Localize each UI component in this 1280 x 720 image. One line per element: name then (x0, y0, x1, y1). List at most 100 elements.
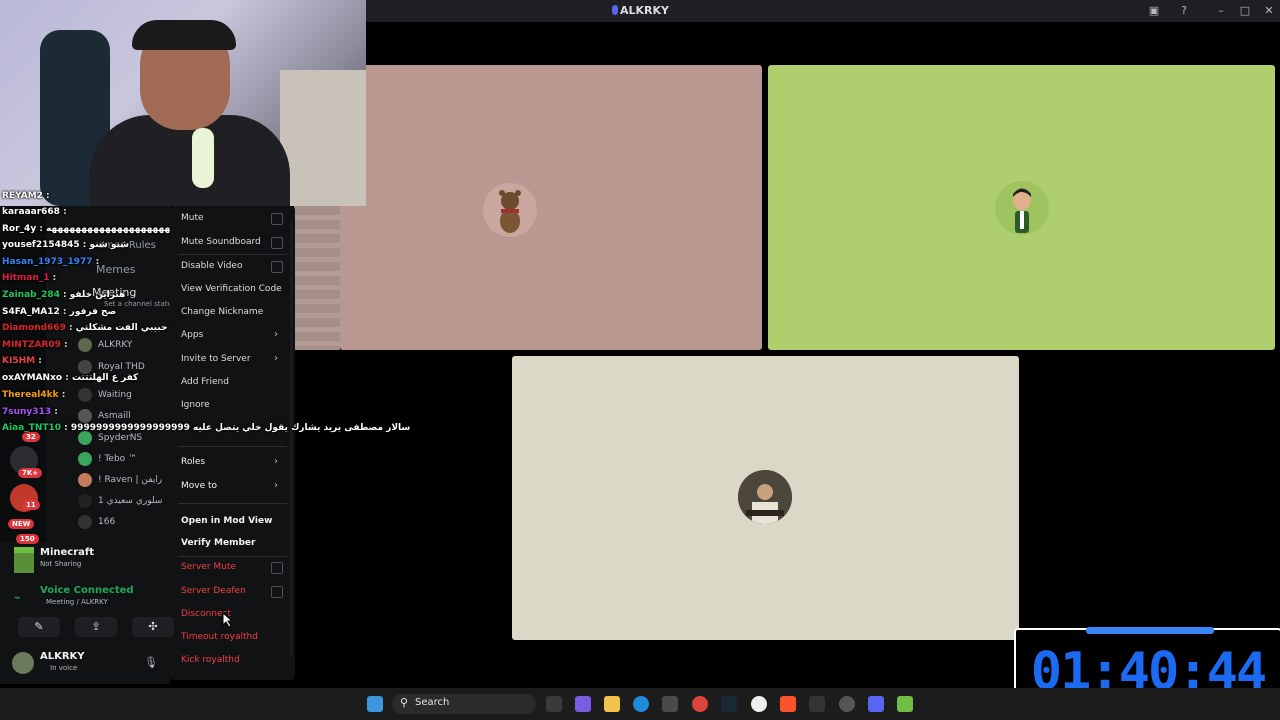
chevron-right-icon: › (274, 480, 278, 491)
checkbox[interactable] (271, 237, 283, 249)
inbox-icon[interactable]: ▣ (1146, 3, 1162, 19)
divider (178, 254, 287, 255)
window-title: ALKRKY (620, 4, 670, 17)
menu-item-apps[interactable]: Apps (181, 330, 203, 340)
notification-badge: 7K+ (18, 468, 43, 478)
voice-member[interactable]: Royal THD (78, 360, 145, 374)
help-icon[interactable]: ? (1176, 3, 1192, 19)
menu-item-roles[interactable]: Roles (181, 457, 205, 467)
microphone-icon[interactable]: 🎙 (144, 656, 158, 669)
chat-line: yousef2154845 : شنو شنو (2, 240, 130, 250)
menu-scrollbar[interactable] (290, 220, 293, 658)
menu-item-view-verification-code[interactable]: View Verification Code (181, 284, 282, 294)
video-tile-person[interactable] (512, 356, 1019, 640)
avatar (78, 452, 92, 466)
minecraft-icon (14, 547, 34, 573)
voice-member[interactable]: SpyderNS (78, 431, 142, 445)
menu-item-kick[interactable]: Kick royalthd (181, 655, 240, 665)
chat-line: Thereal4kk : (2, 390, 66, 400)
taskbar-search[interactable]: ⚲ Search (392, 694, 536, 714)
username: ALKRKY (40, 651, 85, 662)
chat-line: 7suny313 : (2, 407, 58, 417)
webcam-overlay (0, 0, 366, 206)
minimize-button[interactable]: – (1213, 3, 1229, 19)
checkbox[interactable] (271, 213, 283, 225)
checkbox[interactable] (271, 586, 283, 598)
voice-member[interactable]: Waiting (78, 388, 132, 402)
chevron-right-icon: › (274, 353, 278, 364)
obs-icon[interactable] (751, 696, 767, 712)
app-icon[interactable] (839, 696, 855, 712)
avatar (483, 183, 537, 237)
menu-item-mute[interactable]: Mute (181, 213, 204, 223)
divider (178, 556, 287, 557)
voice-member[interactable]: ALKRKY (78, 338, 132, 352)
discord-taskbar-icon[interactable] (868, 696, 884, 712)
minecraft-taskbar-icon[interactable] (897, 696, 913, 712)
video-tile-man[interactable] (768, 65, 1275, 350)
voice-member[interactable]: 166 (78, 515, 115, 529)
chat-line: Aiaa_TNT10 : 9999999999999999999 سالار م… (2, 423, 411, 433)
menu-item-disable-video[interactable]: Disable Video (181, 261, 242, 271)
chat-line: Diamond669 : يا حبيبي الفت مشكلتي (2, 323, 178, 333)
checkbox[interactable] (271, 562, 283, 574)
edge-icon[interactable] (633, 696, 649, 712)
avatar (78, 473, 92, 487)
notification-badge: 32 (22, 432, 40, 442)
chevron-right-icon: › (274, 329, 278, 340)
chat-line: Zainab_284 : هتراين خلفو (2, 290, 126, 300)
notification-badge: 11 (22, 500, 40, 510)
menu-item-add-friend[interactable]: Add Friend (181, 377, 229, 387)
menu-item-server-mute[interactable]: Server Mute (181, 562, 236, 572)
new-badge: NEW (8, 519, 35, 529)
divider (178, 503, 287, 504)
checkbox[interactable] (271, 261, 283, 273)
avatar (78, 409, 92, 423)
copilot-icon[interactable] (575, 696, 591, 712)
file-explorer-icon[interactable] (604, 696, 620, 712)
chat-line: Hasan_1973_1977 : (2, 257, 100, 267)
video-tile-bear[interactable] (340, 65, 762, 350)
menu-item-ignore[interactable]: Ignore (181, 400, 210, 410)
voice-member[interactable]: ! Raven | رايفن (78, 473, 162, 487)
chat-line: S4FA_MA12 : صح فرفور (2, 307, 117, 317)
channel-memes[interactable]: Memes (96, 263, 135, 276)
windows-start-icon[interactable] (367, 696, 383, 712)
menu-item-move-to[interactable]: Move to (181, 481, 217, 491)
chat-line: REYAM2 : (2, 191, 50, 201)
voice-member[interactable]: Asmaill (78, 409, 131, 423)
screen-share-button[interactable]: ⇪ (75, 617, 117, 637)
avatar (78, 388, 92, 402)
menu-item-change-nickname[interactable]: Change Nickname (181, 307, 263, 317)
timer-bar (1086, 627, 1214, 634)
voice-channel-label[interactable]: Meeting / ALKRKY (46, 598, 108, 606)
avatar (78, 494, 92, 508)
chat-line: oxAYMANxo : كفر ع الهلتتتت (2, 373, 139, 383)
camera-off-button[interactable]: ✎ (18, 617, 60, 637)
menu-item-mute-soundboard[interactable]: Mute Soundboard (181, 237, 261, 247)
activity-panel[interactable]: Minecraft Not Sharing (6, 544, 168, 576)
menu-item-invite-to-server[interactable]: Invite to Server (181, 354, 251, 364)
menu-item-open-in-mod-view[interactable]: Open in Mod View (181, 516, 272, 526)
user-context-menu: Mute Mute Soundboard Disable Video View … (170, 206, 295, 680)
chrome-icon[interactable] (692, 696, 708, 712)
task-view-icon[interactable] (546, 696, 562, 712)
close-button[interactable]: ✕ (1261, 3, 1277, 19)
avatar (78, 431, 92, 445)
maximize-button[interactable]: □ (1237, 3, 1253, 19)
activities-button[interactable]: ✣ (132, 617, 174, 637)
signal-icon[interactable]: ⌁ (14, 591, 21, 604)
avatar[interactable] (12, 652, 34, 674)
steam-icon[interactable] (721, 696, 737, 712)
voice-member[interactable]: ! Tebo ™ (78, 452, 137, 466)
activity-status: Not Sharing (40, 560, 82, 568)
capcut-icon[interactable] (809, 696, 825, 712)
menu-item-timeout[interactable]: Timeout royalthd (181, 632, 258, 642)
voice-member[interactable]: سلوري سعيدي 1 (78, 494, 162, 508)
avatar (738, 470, 792, 524)
menu-item-verify-member[interactable]: Verify Member (181, 538, 255, 548)
divider (178, 446, 287, 447)
brave-icon[interactable] (780, 696, 796, 712)
menu-item-server-deafen[interactable]: Server Deafen (181, 586, 246, 596)
store-icon[interactable] (662, 696, 678, 712)
